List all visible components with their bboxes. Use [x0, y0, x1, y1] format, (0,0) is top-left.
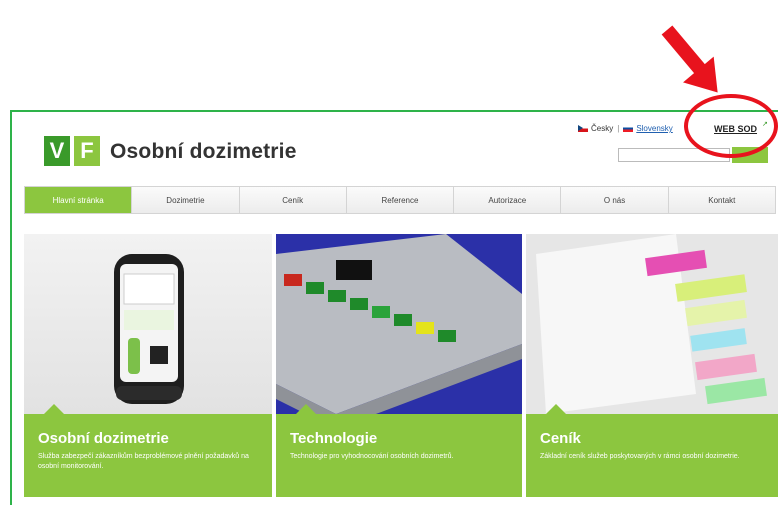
sticky-tabs-illustration — [526, 234, 778, 414]
panel-caption: Osobní dozimetrie Služba zabezpečí zákaz… — [24, 414, 272, 497]
panel-description: Služba zabezpečí zákazníkům bezproblémov… — [38, 453, 249, 470]
nav-item-dozimetrie[interactable]: Dozimetrie — [132, 187, 240, 213]
website-frame: V F Osobní dozimetrie Česky | Slovensky … — [10, 110, 778, 505]
panel-title: Osobní dozimetrie — [38, 430, 169, 447]
dosimeter-illustration — [114, 254, 184, 404]
caption-notch — [296, 404, 316, 414]
site-logo[interactable]: V F — [44, 134, 100, 168]
feature-panel-cenik[interactable]: Ceník Základní ceník služeb poskytovanýc… — [526, 234, 778, 497]
lang-slovak-link[interactable]: Slovensky — [636, 124, 672, 133]
control-panel-illustration — [276, 234, 522, 429]
price-list-image — [526, 234, 778, 414]
feature-panel-osobni-dozimetrie[interactable]: Osobní dozimetrie Služba zabezpečí zákaz… — [24, 234, 272, 497]
nav-item-o-nas[interactable]: O nás — [561, 187, 669, 213]
panel-description: Technologie pro vyhodnocování osobních d… — [290, 453, 454, 460]
caption-notch — [44, 404, 64, 414]
caption-notch — [546, 404, 566, 414]
lang-czech-link[interactable]: Česky — [591, 124, 613, 133]
lang-separator: | — [617, 124, 620, 133]
panel-title: Ceník — [540, 430, 581, 447]
panel-description: Základní ceník služeb poskytovaných v rá… — [540, 453, 740, 460]
dosimeter-device-image — [24, 234, 272, 414]
nav-item-autorizace[interactable]: Autorizace — [454, 187, 562, 213]
logo-v-block: V — [44, 136, 70, 166]
nav-item-cenik[interactable]: Ceník — [240, 187, 347, 213]
czech-flag-icon — [578, 125, 588, 132]
logo-f-block: F — [74, 136, 100, 166]
site-title: Osobní dozimetrie — [110, 140, 297, 163]
annotation-circle — [684, 94, 778, 158]
panel-caption: Ceník Základní ceník služeb poskytovanýc… — [526, 414, 778, 497]
technology-panel-image — [276, 234, 522, 429]
panel-title: Technologie — [290, 430, 378, 447]
language-switcher: Česky | Slovensky — [578, 124, 673, 133]
nav-item-home[interactable]: Hlavní stránka — [25, 187, 133, 213]
main-navigation: Hlavní stránka Dozimetrie Ceník Referenc… — [24, 186, 776, 214]
feature-panel-technologie[interactable]: Technologie Technologie pro vyhodnocován… — [276, 234, 522, 497]
nav-item-reference[interactable]: Reference — [347, 187, 455, 213]
panel-caption: Technologie Technologie pro vyhodnocován… — [276, 414, 522, 497]
slovak-flag-icon — [623, 125, 634, 132]
nav-item-kontakt[interactable]: Kontakt — [669, 187, 775, 213]
